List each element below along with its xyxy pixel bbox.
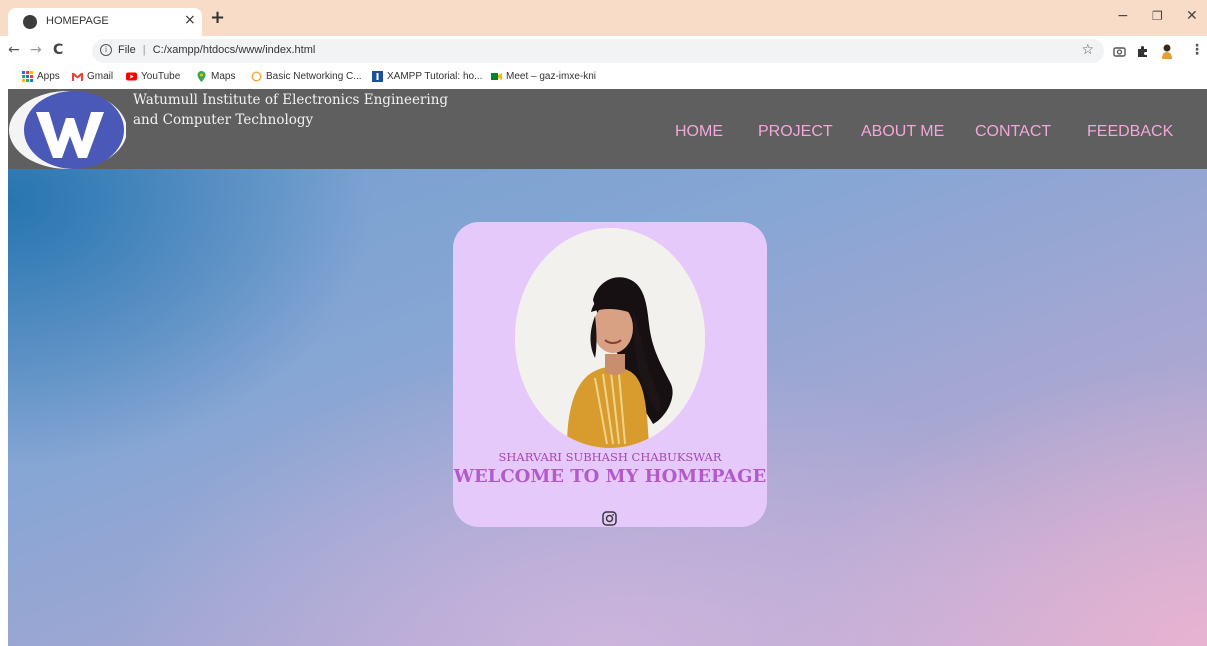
maps-icon <box>197 71 206 82</box>
bookmark-xampp[interactable]: XAMPP Tutorial: ho... <box>372 71 482 82</box>
profile-avatar[interactable] <box>1160 43 1174 59</box>
nav-feedback[interactable]: FEEDBACK <box>1087 123 1173 141</box>
profile-name: SHARVARI SUBHASH CHABUKSWAR <box>498 450 722 464</box>
nav-contact[interactable]: CONTACT <box>975 123 1051 141</box>
reload-icon[interactable]: C <box>53 42 63 58</box>
gmail-icon <box>72 73 83 81</box>
nav-about-me[interactable]: ABOUT ME <box>861 123 944 141</box>
apps-grid-icon <box>22 71 33 82</box>
forward-icon[interactable]: → <box>30 42 42 58</box>
nav-project[interactable]: PROJECT <box>758 123 833 141</box>
bookmark-star-icon[interactable]: ☆ <box>1081 42 1094 58</box>
restore-icon[interactable]: ❐ <box>1152 9 1163 23</box>
new-tab-button[interactable]: + <box>210 7 225 28</box>
tab-strip: HOMEPAGE × + − ❐ ✕ <box>0 0 1207 36</box>
institute-logo <box>9 91 126 169</box>
extensions-icon[interactable] <box>1136 45 1149 58</box>
tab-title: HOMEPAGE <box>46 15 109 27</box>
bookmark-apps[interactable]: Apps <box>22 71 60 82</box>
profile-photo-image <box>515 228 705 448</box>
welcome-heading: WELCOME TO MY HOMEPAGE <box>453 466 767 487</box>
camera-icon[interactable] <box>1113 45 1126 58</box>
circle-icon <box>251 71 262 82</box>
url-text: C:/xampp/htdocs/www/index.html <box>152 44 316 56</box>
meet-icon <box>491 73 502 80</box>
profile-photo <box>515 228 705 448</box>
menu-icon[interactable]: ⋮ <box>1190 42 1204 58</box>
bookmarks-bar: Apps Gmail YouTube Maps Basic Networking… <box>0 66 1207 89</box>
institute-line-1: Watumull Institute of Electronics Engine… <box>133 92 449 108</box>
profile-card: SHARVARI SUBHASH CHABUKSWAR WELCOME TO M… <box>453 222 767 527</box>
tab-close-icon[interactable]: × <box>184 12 196 28</box>
institute-line-2: and Computer Technology <box>133 112 314 128</box>
youtube-icon <box>126 72 137 81</box>
back-icon[interactable]: ← <box>8 42 20 58</box>
site-header: Watumull Institute of Electronics Engine… <box>8 89 1207 169</box>
address-bar[interactable]: i File | C:/xampp/htdocs/www/index.html … <box>92 39 1104 63</box>
minimize-icon[interactable]: − <box>1117 8 1129 24</box>
url-prefix: File <box>118 44 136 56</box>
info-icon[interactable]: i <box>100 44 112 56</box>
nav-home[interactable]: HOME <box>675 123 723 141</box>
xampp-icon <box>372 71 383 82</box>
bookmark-gmail[interactable]: Gmail <box>72 71 113 82</box>
institute-name: Watumull Institute of Electronics Engine… <box>133 90 448 130</box>
bookmark-basic-networking[interactable]: Basic Networking C... <box>251 71 362 82</box>
globe-icon <box>23 15 37 29</box>
browser-tab[interactable]: HOMEPAGE × <box>8 8 202 36</box>
instagram-icon[interactable] <box>602 511 617 526</box>
bookmark-maps[interactable]: Maps <box>196 71 235 82</box>
close-window-icon[interactable]: ✕ <box>1186 8 1198 24</box>
browser-toolbar: ← → C i File | C:/xampp/htdocs/www/index… <box>0 36 1207 66</box>
bookmark-meet[interactable]: Meet – gaz-imxe-kni <box>491 71 596 82</box>
page-background: Watumull Institute of Electronics Engine… <box>8 89 1207 646</box>
bookmark-youtube[interactable]: YouTube <box>126 71 180 82</box>
